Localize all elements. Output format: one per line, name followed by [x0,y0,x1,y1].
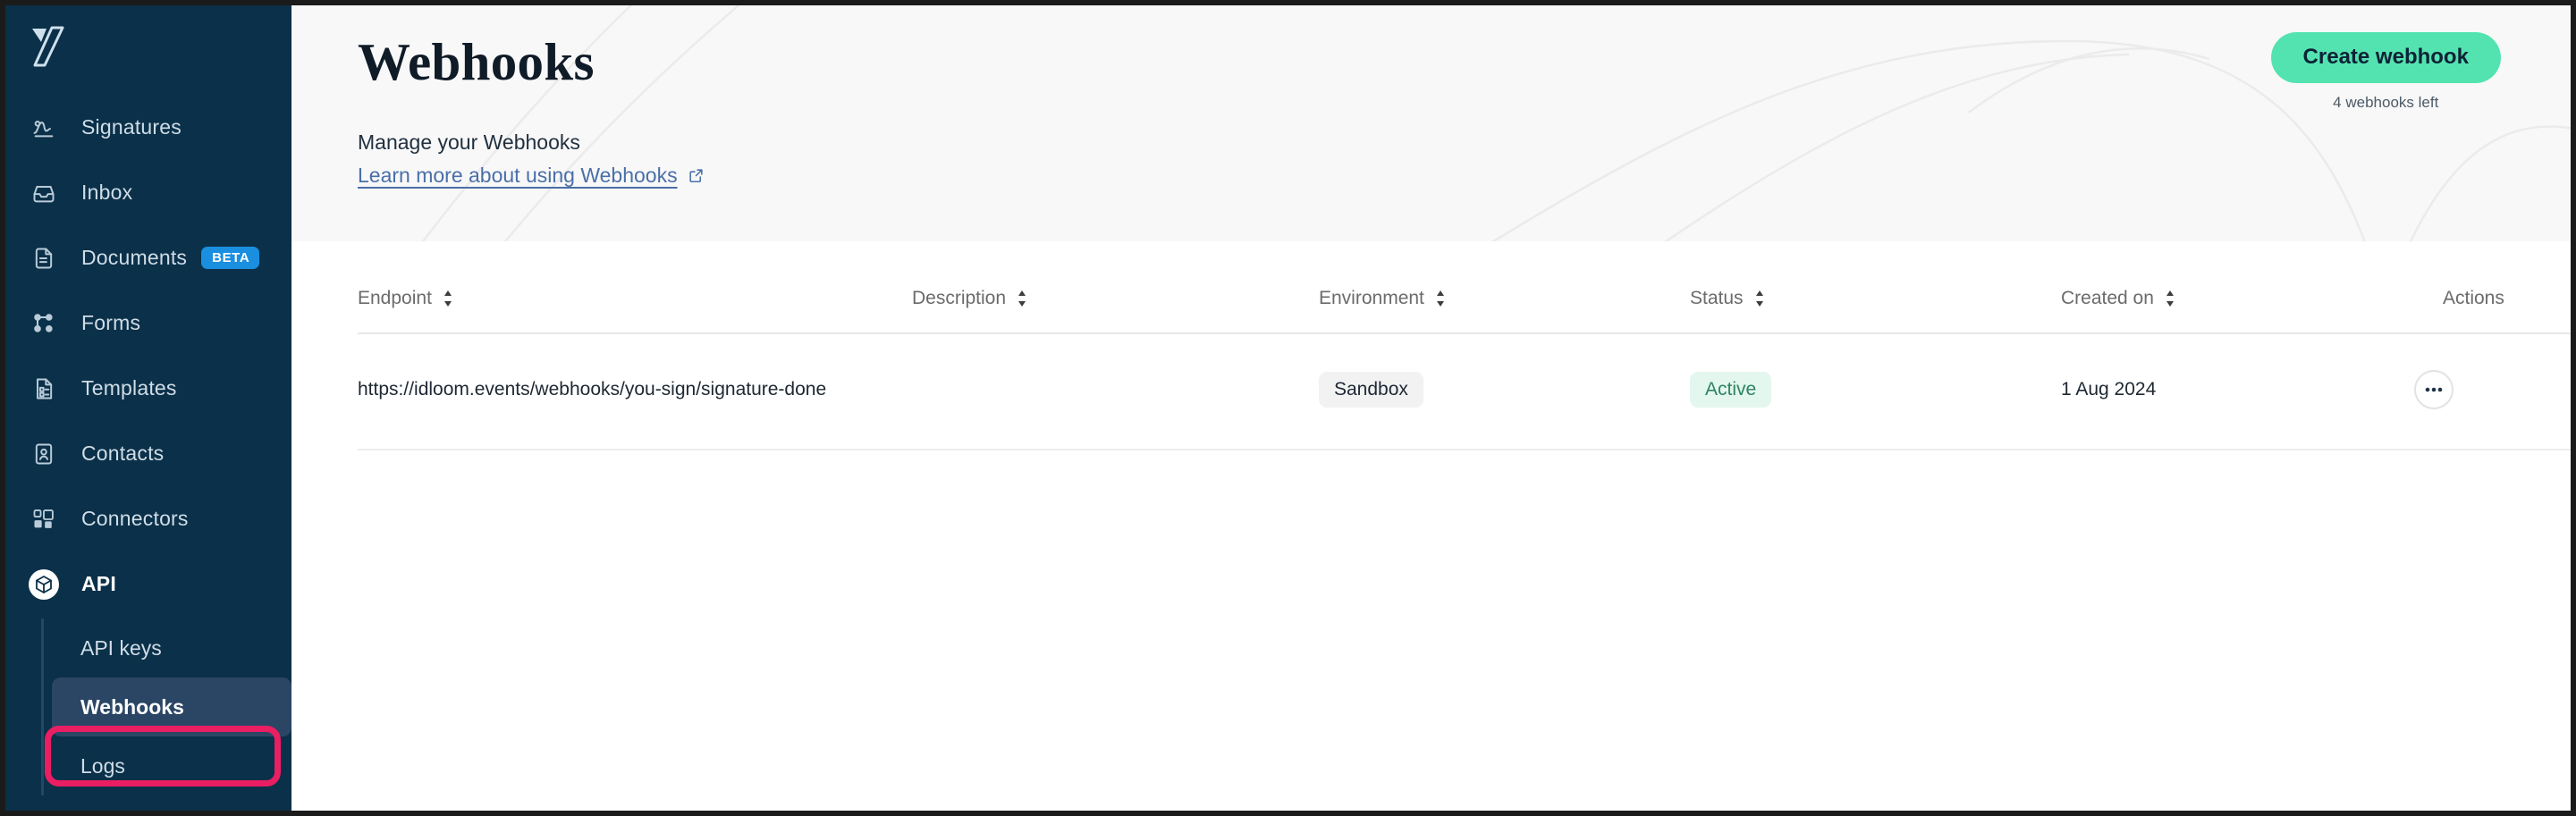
sidebar-item-label: Connectors [81,507,189,530]
cell-environment: Sandbox [1319,333,1690,450]
sidebar-item-forms[interactable]: Forms [5,290,291,356]
sidebar-item-api-keys[interactable]: API keys [52,618,291,677]
webhooks-left-note: 4 webhooks left [2333,94,2439,111]
sidebar-item-webhooks[interactable]: Webhooks [52,677,291,736]
sidebar-item-logs[interactable]: Logs [52,736,291,795]
column-header-created-on[interactable]: Created on [2061,241,2414,334]
connectors-icon [29,504,59,534]
table-row[interactable]: https://idloom.events/webhooks/you-sign/… [358,333,2571,450]
environment-badge: Sandbox [1319,372,1423,408]
ellipsis-icon [2425,387,2443,392]
forms-icon [29,308,59,339]
webhooks-table: Endpoint Description Environment Status … [358,241,2571,450]
webhooks-table-section: Endpoint Description Environment Status … [291,241,2571,450]
cell-description [912,333,1319,450]
sidebar-item-documents[interactable]: Documents BETA [5,225,291,290]
create-webhook-button[interactable]: Create webhook [2270,32,2501,83]
sidebar-item-label: Templates [81,376,177,400]
sidebar-item-label: Forms [81,311,141,334]
sidebar-item-connectors[interactable]: Connectors [5,486,291,551]
document-icon [29,243,59,273]
column-header-description[interactable]: Description [912,241,1319,334]
sort-icon[interactable] [1017,290,1027,307]
sidebar-nav: Signatures Inbox Documents BETA Forms Te… [5,95,291,795]
sidebar-item-label: Signatures [81,115,182,139]
sidebar-subitem-label: API keys [80,635,162,660]
inbox-icon [29,178,59,208]
cell-created-on: 1 Aug 2024 [2061,333,2414,450]
cell-status: Active [1690,333,2061,450]
column-header-endpoint[interactable]: Endpoint [358,241,912,334]
learn-more-link[interactable]: Learn more about using Webhooks [358,164,705,188]
create-webhook-area: Create webhook 4 webhooks left [2270,32,2501,112]
sort-icon[interactable] [1754,290,1765,307]
column-label: Actions [2443,288,2504,308]
page-title: Webhooks [358,32,595,91]
row-actions-button[interactable] [2414,370,2454,409]
sort-icon[interactable] [2165,290,2175,307]
column-label: Endpoint [358,288,432,308]
sort-icon[interactable] [443,290,453,307]
sidebar-item-label: Inbox [81,181,133,204]
column-header-actions: Actions [2414,241,2571,334]
sort-icon[interactable] [1435,290,1446,307]
sidebar-item-contacts[interactable]: Contacts [5,421,291,486]
external-link-icon [688,169,703,183]
cell-endpoint: https://idloom.events/webhooks/you-sign/… [358,333,912,450]
sidebar-item-inbox[interactable]: Inbox [5,160,291,225]
signature-icon [29,113,59,143]
sidebar-subitem-label: Webhooks [80,694,184,719]
status-badge: Active [1690,372,1772,408]
sidebar-item-label: API [81,572,116,595]
sidebar-subnav-api: API keys Webhooks Logs [5,618,291,795]
sidebar-item-api[interactable]: API [5,551,291,617]
logo[interactable] [5,5,291,88]
sidebar-item-label: Contacts [81,442,165,465]
main-content: Webhooks Manage your Webhooks Learn more… [291,5,2571,811]
sidebar-item-signatures[interactable]: Signatures [5,95,291,160]
templates-icon [29,374,59,404]
table-body: https://idloom.events/webhooks/you-sign/… [358,333,2571,450]
column-label: Description [912,288,1007,308]
sidebar-item-label: Documents [81,246,188,269]
column-header-environment[interactable]: Environment [1319,241,1690,334]
column-label: Status [1690,288,1744,308]
sidebar: Signatures Inbox Documents BETA Forms Te… [5,5,291,811]
sidebar-subitem-label: Logs [80,753,125,778]
contacts-icon [29,439,59,469]
table-header-row: Endpoint Description Environment Status … [358,241,2571,334]
yousign-logo-icon [32,26,64,67]
sidebar-item-templates[interactable]: Templates [5,356,291,421]
api-cube-icon [29,568,59,600]
cell-actions [2414,333,2571,450]
page-hero: Webhooks Manage your Webhooks Learn more… [291,5,2571,241]
app-window: Signatures Inbox Documents BETA Forms Te… [0,0,2576,816]
column-label: Created on [2061,288,2154,308]
table-header: Endpoint Description Environment Status … [358,241,2571,334]
hero-inner: Webhooks Manage your Webhooks Learn more… [291,5,2571,241]
column-header-status[interactable]: Status [1690,241,2061,334]
column-label: Environment [1319,288,1424,308]
page-subtitle: Manage your Webhooks [358,130,580,154]
learn-more-label: Learn more about using Webhooks [358,164,678,187]
status-badge-beta: BETA [201,247,260,269]
